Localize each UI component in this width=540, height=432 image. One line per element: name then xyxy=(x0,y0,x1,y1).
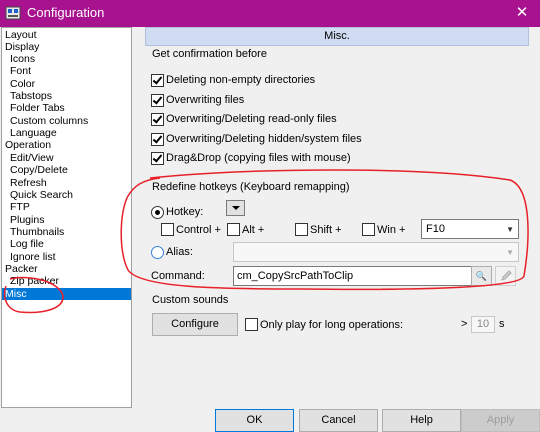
edit-command-button[interactable] xyxy=(495,266,516,286)
search-icon: 🔍 xyxy=(475,271,488,281)
tree-item-operation[interactable]: Operation xyxy=(5,139,51,151)
checkbox-shift-modifier[interactable] xyxy=(295,223,308,236)
checkbox-delete-nonempty[interactable] xyxy=(151,74,164,87)
tree-item-copy-delete[interactable]: Copy/Delete xyxy=(10,164,68,176)
checkbox-alt-modifier[interactable] xyxy=(227,223,240,236)
settings-tree[interactable]: Layout Display Icons Font Color Tabstops… xyxy=(1,27,132,408)
threshold-input[interactable]: 10 xyxy=(471,316,495,333)
tree-item-custom-columns[interactable]: Custom columns xyxy=(10,115,88,127)
panel-header: Misc. xyxy=(145,27,529,46)
alias-radio-label[interactable]: Alias: xyxy=(166,246,193,258)
alias-radio[interactable] xyxy=(151,246,164,259)
ok-button[interactable]: OK xyxy=(215,409,294,432)
tree-item-layout[interactable]: Layout xyxy=(5,29,37,41)
search-command-button[interactable]: 🔍 xyxy=(471,266,492,286)
tree-item-ignore-list[interactable]: Ignore list xyxy=(10,251,56,263)
shift-modifier-label[interactable]: Shift + xyxy=(310,224,342,236)
checkbox-drag-drop[interactable] xyxy=(151,152,164,165)
checkbox-long-ops[interactable] xyxy=(245,318,258,331)
checkbox-overwrite-files-label[interactable]: Overwriting files xyxy=(166,94,244,106)
tree-item-refresh[interactable]: Refresh xyxy=(10,177,47,189)
tree-item-icons[interactable]: Icons xyxy=(10,53,35,65)
tree-item-ftp[interactable]: FTP xyxy=(10,201,30,213)
confirm-section-title: Get confirmation before xyxy=(152,48,267,60)
command-label: Command: xyxy=(151,270,205,282)
hotkey-dropdown-button[interactable] xyxy=(226,200,245,216)
cancel-button[interactable]: Cancel xyxy=(299,409,378,432)
checkbox-readonly-files-label[interactable]: Overwriting/Deleting read-only files xyxy=(166,113,337,125)
app-icon xyxy=(5,6,21,20)
chevron-down-icon: ▼ xyxy=(506,225,514,234)
tree-item-thumbnails[interactable]: Thumbnails xyxy=(10,226,64,238)
alt-modifier-label[interactable]: Alt + xyxy=(242,224,264,236)
checkbox-readonly-files[interactable] xyxy=(151,113,164,126)
tree-item-zip-packer[interactable]: Zip packer xyxy=(10,275,59,287)
long-ops-label[interactable]: Only play for long operations: xyxy=(260,319,403,331)
key-select[interactable]: F10 ▼ xyxy=(421,219,519,239)
checkbox-delete-nonempty-label[interactable]: Deleting non-empty directories xyxy=(166,74,315,86)
checkbox-control-modifier[interactable] xyxy=(161,223,174,236)
command-field-value: cm_CopySrcPathToClip xyxy=(237,270,354,282)
hotkey-radio-label[interactable]: Hotkey: xyxy=(166,206,203,218)
hotkey-radio[interactable] xyxy=(151,206,164,219)
sounds-section-title: Custom sounds xyxy=(152,294,229,306)
checkbox-hidden-files-label[interactable]: Overwriting/Deleting hidden/system files xyxy=(166,133,362,145)
tree-item-display[interactable]: Display xyxy=(5,41,39,53)
chevron-down-icon: ▼ xyxy=(506,248,514,257)
control-modifier-label[interactable]: Control + xyxy=(176,224,221,236)
tree-item-edit-view[interactable]: Edit/View xyxy=(10,152,54,164)
tree-item-folder-tabs[interactable]: Folder Tabs xyxy=(10,102,65,114)
window-title: Configuration xyxy=(27,5,105,20)
tree-item-language[interactable]: Language xyxy=(10,127,57,139)
title-bar: Configuration ✕ xyxy=(0,0,540,27)
pencil-icon xyxy=(500,270,512,281)
command-field[interactable]: cm_CopySrcPathToClip xyxy=(233,266,472,286)
win-modifier-label[interactable]: Win + xyxy=(377,224,405,236)
configure-button[interactable]: Configure xyxy=(152,313,238,336)
tree-item-font[interactable]: Font xyxy=(10,65,31,77)
tree-item-quick-search[interactable]: Quick Search xyxy=(10,189,73,201)
key-select-value: F10 xyxy=(426,223,445,235)
alias-select[interactable]: ▼ xyxy=(233,242,519,262)
threshold-prefix: > xyxy=(461,318,468,330)
checkbox-drag-drop-label[interactable]: Drag&Drop (copying files with mouse) xyxy=(166,152,351,164)
checkbox-hidden-files[interactable] xyxy=(151,133,164,146)
tree-item-misc[interactable]: Misc xyxy=(2,288,131,300)
help-button[interactable]: Help xyxy=(382,409,461,432)
hotkey-section-title: Redefine hotkeys (Keyboard remapping) xyxy=(152,181,350,193)
tree-item-tabstops[interactable]: Tabstops xyxy=(10,90,52,102)
threshold-unit: s xyxy=(499,318,505,330)
close-icon[interactable]: ✕ xyxy=(512,3,532,21)
apply-button[interactable]: Apply xyxy=(461,409,540,432)
tree-item-packer[interactable]: Packer xyxy=(5,263,38,275)
tree-item-log-file[interactable]: Log file xyxy=(10,238,44,250)
checkbox-overwrite-files[interactable] xyxy=(151,94,164,107)
tree-item-color[interactable]: Color xyxy=(10,78,35,90)
checkbox-win-modifier[interactable] xyxy=(362,223,375,236)
tree-item-plugins[interactable]: Plugins xyxy=(10,214,44,226)
